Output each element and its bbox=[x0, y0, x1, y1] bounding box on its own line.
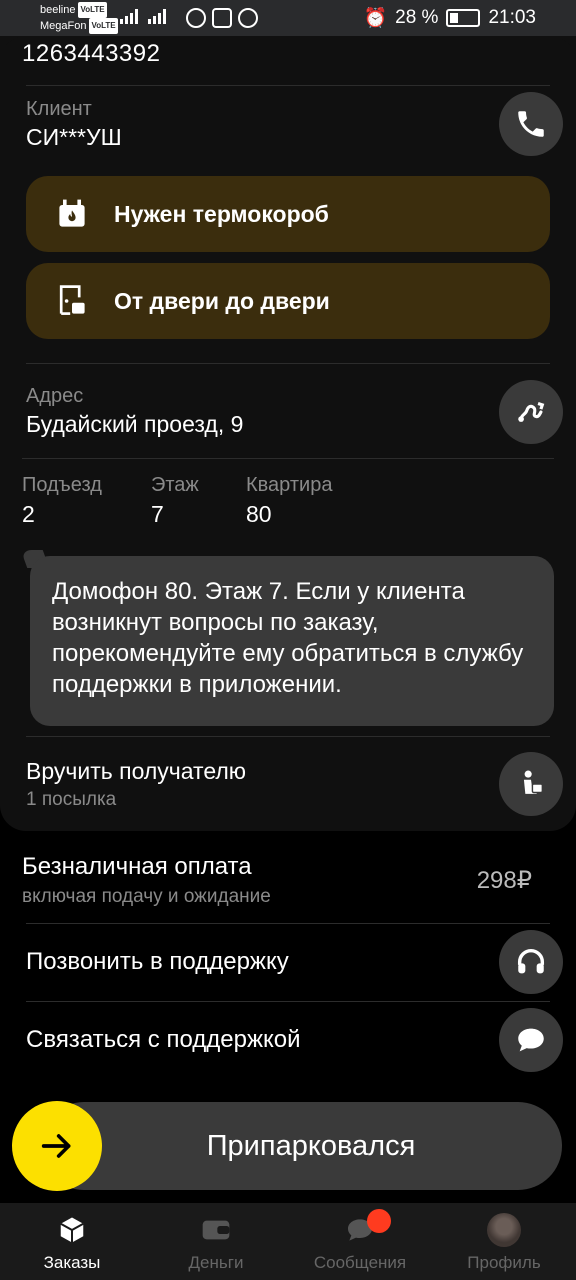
chat-icon bbox=[343, 1209, 391, 1247]
comment-bubble: Домофон 80. Этаж 7. Если у клиента возни… bbox=[30, 556, 554, 726]
floor-label: Этаж bbox=[151, 474, 199, 496]
bottom-nav: Заказы Деньги Сообщения Профиль bbox=[0, 1203, 576, 1280]
wallet-icon bbox=[199, 1213, 233, 1247]
client-label: Клиент bbox=[26, 98, 92, 120]
route-button[interactable] bbox=[499, 380, 563, 444]
nav-orders-label: Заказы bbox=[43, 1253, 101, 1272]
blocked-icon bbox=[238, 8, 258, 28]
tag-thermo-box-label: Нужен термокороб bbox=[114, 200, 329, 227]
order-number: 1263443392 bbox=[22, 40, 161, 67]
handover-title: Вручить получателю bbox=[26, 758, 247, 784]
payment-subtitle: включая подачу и ожидание bbox=[22, 886, 271, 907]
divider bbox=[26, 923, 550, 924]
chat-support-button[interactable] bbox=[499, 1008, 563, 1072]
door-to-door-icon bbox=[52, 281, 92, 321]
parked-slider-label: Припарковался bbox=[206, 1129, 416, 1162]
nav-profile-label: Профиль bbox=[467, 1253, 541, 1272]
payment-title: Безналичная оплата bbox=[22, 853, 252, 880]
carriers: beeline VoLTE MegaFon VoLTE bbox=[40, 2, 118, 34]
floor-value: 7 bbox=[151, 501, 164, 527]
nav-messages[interactable]: Сообщения bbox=[288, 1203, 432, 1280]
apartment-value: 80 bbox=[246, 501, 272, 527]
headset-icon bbox=[517, 949, 545, 974]
divider bbox=[26, 85, 550, 86]
avatar bbox=[487, 1213, 521, 1247]
signal-bars-icon bbox=[120, 8, 138, 24]
tag-door-to-door-label: От двери до двери bbox=[114, 287, 330, 314]
nav-profile[interactable]: Профиль bbox=[432, 1203, 576, 1280]
status-right: ⏰ 28 % 21:03 bbox=[363, 6, 536, 30]
chat-support-label[interactable]: Связаться с поддержкой bbox=[26, 1026, 301, 1054]
entrance-value: 2 bbox=[22, 501, 35, 527]
carrier-1: beeline bbox=[40, 4, 76, 16]
thermo-box-icon bbox=[52, 194, 92, 234]
handover-button[interactable] bbox=[499, 752, 563, 816]
address-value: Будайский проезд, 9 bbox=[26, 411, 244, 437]
nav-money-label: Деньги bbox=[188, 1253, 244, 1272]
divider bbox=[26, 363, 550, 364]
payment-amount: 298₽ bbox=[476, 867, 532, 894]
nav-orders[interactable]: Заказы bbox=[0, 1203, 144, 1280]
carrier-2: MegaFon bbox=[40, 20, 87, 32]
arrow-right-icon bbox=[41, 1134, 71, 1158]
route-icon bbox=[518, 402, 545, 422]
divider bbox=[26, 736, 550, 737]
volte-badge-2: VoLTE bbox=[89, 18, 118, 34]
status-icons bbox=[186, 8, 258, 28]
nav-messages-label: Сообщения bbox=[313, 1253, 407, 1272]
chat-bubble-icon bbox=[518, 1028, 544, 1052]
battery-icon bbox=[446, 9, 481, 27]
tag-door-to-door: От двери до двери bbox=[26, 263, 550, 339]
status-bar: beeline VoLTE MegaFon VoLTE ⏰ 28 % 21:03 bbox=[0, 0, 576, 36]
signal-bars-icon-2 bbox=[148, 8, 166, 24]
box-icon bbox=[55, 1213, 89, 1247]
tag-thermo-box: Нужен термокороб bbox=[26, 176, 550, 252]
handover-subtitle: 1 посылка bbox=[26, 789, 117, 810]
entrance-label: Подъезд bbox=[22, 474, 102, 496]
signal-icons bbox=[120, 8, 166, 24]
unread-badge bbox=[367, 1209, 391, 1233]
apartment-label: Квартира bbox=[246, 474, 333, 496]
client-name: СИ***УШ bbox=[26, 124, 122, 150]
divider bbox=[26, 1001, 550, 1002]
alarm-icon: ⏰ bbox=[363, 8, 388, 29]
volte-badge: VoLTE bbox=[78, 2, 107, 18]
call-client-button[interactable] bbox=[499, 92, 563, 156]
order-card: 1263443392 Клиент СИ***УШ Нужен термокор… bbox=[0, 36, 576, 831]
nfc-icon bbox=[212, 8, 232, 28]
hotspot-icon bbox=[186, 8, 206, 28]
clock: 21:03 bbox=[488, 7, 536, 28]
call-support-label[interactable]: Позвонить в поддержку bbox=[26, 948, 289, 976]
battery-percent: 28 % bbox=[395, 7, 439, 28]
handover-person-icon bbox=[523, 770, 544, 794]
parked-slider[interactable]: Припарковался bbox=[40, 1102, 562, 1190]
divider bbox=[22, 458, 554, 459]
parked-slider-handle[interactable] bbox=[12, 1101, 102, 1191]
nav-money[interactable]: Деньги bbox=[144, 1203, 288, 1280]
phone-icon bbox=[518, 111, 544, 137]
call-support-button[interactable] bbox=[499, 930, 563, 994]
address-label: Адрес bbox=[26, 385, 84, 407]
